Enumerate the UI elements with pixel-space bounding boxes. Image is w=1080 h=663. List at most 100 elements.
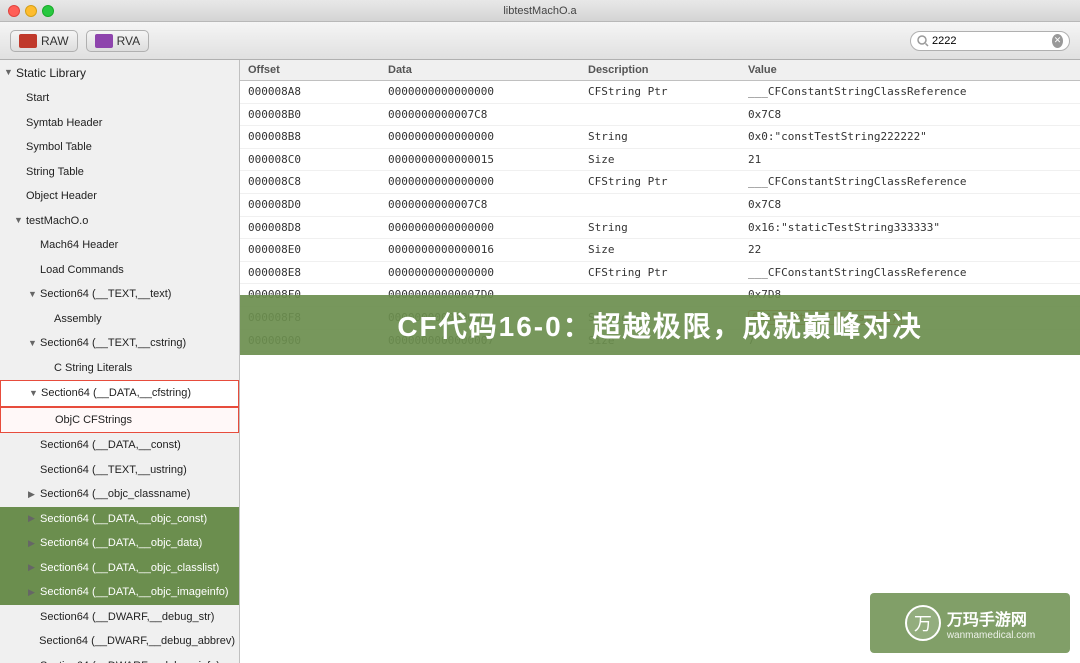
close-button[interactable] — [8, 5, 20, 17]
cell-offset: 000008D0 — [248, 196, 388, 214]
search-icon — [917, 35, 929, 47]
sidebar-item-string-table[interactable]: String Table — [0, 160, 239, 185]
sidebar-label-section64-dwarf-debug-info: Section64 (__DWARF,__debug_info) — [40, 658, 220, 663]
cell-offset: 000008A8 — [248, 83, 388, 101]
table-header: Offset Data Description Value — [240, 60, 1080, 81]
cell-data: 0000000000000000 — [388, 264, 588, 282]
cell-offset: 000008E0 — [248, 241, 388, 259]
rva-button[interactable]: RVA — [86, 30, 150, 52]
sidebar-label-symtab-header: Symtab Header — [26, 115, 102, 132]
toggle-section64-data-objc-imageinfo: ▶ — [28, 586, 40, 600]
sidebar-item-c-string-literals[interactable]: C String Literals — [0, 356, 239, 381]
sidebar-label-section64-dwarf-debug-str: Section64 (__DWARF,__debug_str) — [40, 609, 214, 626]
cell-data: 0000000000000015 — [388, 151, 588, 169]
rva-icon — [95, 34, 113, 48]
toggle-section64-objc-classname: ▶ — [28, 488, 40, 502]
sidebar-item-section64-data-objc-const[interactable]: ▶Section64 (__DATA,__objc_const) — [0, 507, 239, 532]
table-row[interactable]: 000008B00000000000007C8 0x7C8 — [240, 104, 1080, 127]
sidebar-item-section64-text-ustring[interactable]: Section64 (__TEXT,__ustring) — [0, 458, 239, 483]
watermark-text-block: 万玛手游网 wanmamedical.com — [947, 606, 1035, 641]
cell-offset: 000008C0 — [248, 151, 388, 169]
cell-value: ___CFConstantStringClassReference — [748, 173, 1072, 191]
banner-text: CF代码16-0：超越极限，成就巅峰对决 — [397, 305, 922, 345]
sidebar-label-section64-data-objc-const: Section64 (__DATA,__objc_const) — [40, 511, 207, 528]
sidebar-label-section64-data-objc-classlist: Section64 (__DATA,__objc_classlist) — [40, 560, 219, 577]
cell-data: 0000000000007C8 — [388, 106, 588, 124]
traffic-lights — [8, 5, 54, 17]
search-input[interactable] — [932, 35, 1052, 47]
window-title: libtestMachO.a — [503, 5, 576, 17]
sidebar-label-mach64-header: Mach64 Header — [40, 237, 118, 254]
toggle-section64-data-objc-data: ▶ — [28, 537, 40, 551]
table-row[interactable]: 000008D80000000000000000String0x16:"stat… — [240, 217, 1080, 240]
sidebar-item-section64-dwarf-debug-str[interactable]: Section64 (__DWARF,__debug_str) — [0, 605, 239, 630]
toggle-section64-text-cstring: ▼ — [28, 337, 40, 351]
raw-label: RAW — [41, 34, 69, 48]
cell-data: 0000000000000000 — [388, 173, 588, 191]
watermark-text-cn: 万玛手游网 — [947, 606, 1035, 630]
cell-value: 22 — [748, 241, 1072, 259]
col-value: Value — [748, 64, 1072, 76]
watermark-text-en: wanmamedical.com — [947, 630, 1035, 641]
sidebar-item-section64-data-objc-classlist[interactable]: ▶Section64 (__DATA,__objc_classlist) — [0, 556, 239, 581]
table-row[interactable]: 000008E80000000000000000CFString Ptr___C… — [240, 262, 1080, 285]
maximize-button[interactable] — [42, 5, 54, 17]
sidebar-label-section64-text-ustring: Section64 (__TEXT,__ustring) — [40, 462, 187, 479]
sidebar-item-section64-objc-classname[interactable]: ▶Section64 (__objc_classname) — [0, 482, 239, 507]
toggle-testmacho: ▼ — [14, 214, 26, 228]
sidebar-label-section64-objc-classname: Section64 (__objc_classname) — [40, 486, 190, 503]
sidebar-label-load-commands: Load Commands — [40, 262, 124, 279]
sidebar-item-section64-data-cfstring[interactable]: ▼Section64 (__DATA,__cfstring) — [0, 380, 239, 407]
sidebar-item-section64-data-const[interactable]: Section64 (__DATA,__const) — [0, 433, 239, 458]
sidebar-label-start: Start — [26, 90, 49, 107]
cell-data: 0000000000000000 — [388, 83, 588, 101]
table-row[interactable]: 000008E00000000000000016Size22 — [240, 239, 1080, 262]
col-data: Data — [388, 64, 588, 76]
sidebar-item-objc-cfstrings[interactable]: ObjC CFStrings — [0, 407, 239, 434]
sidebar-item-mach64-header[interactable]: Mach64 Header — [0, 233, 239, 258]
main-content: ▼ Static Library Start Symtab Header Symbo… — [0, 60, 1080, 663]
table-row[interactable]: 000008A80000000000000000CFString Ptr___C… — [240, 81, 1080, 104]
sidebar-item-object-header[interactable]: Object Header — [0, 184, 239, 209]
table-body: 000008A80000000000000000CFString Ptr___C… — [240, 81, 1080, 663]
search-clear-button[interactable]: ✕ — [1052, 34, 1063, 48]
sidebar-item-section64-text-cstring[interactable]: ▼Section64 (__TEXT,__cstring) — [0, 331, 239, 356]
table-row[interactable]: 000008B80000000000000000String0x0:"const… — [240, 126, 1080, 149]
col-offset: Offset — [248, 64, 388, 76]
raw-button[interactable]: RAW — [10, 30, 78, 52]
sidebar-item-assembly[interactable]: Assembly — [0, 307, 239, 332]
sidebar-item-load-commands[interactable]: Load Commands — [0, 258, 239, 283]
sidebar-item-symbol-table[interactable]: Symbol Table — [0, 135, 239, 160]
cell-value: ___CFConstantStringClassReference — [748, 264, 1072, 282]
cell-offset: 000008B0 — [248, 106, 388, 124]
cell-value: ___CFConstantStringClassReference — [748, 83, 1072, 101]
cell-value: 0x7C8 — [748, 106, 1072, 124]
cell-offset: 000008D8 — [248, 219, 388, 237]
table-row[interactable]: 000008C00000000000000015Size21 — [240, 149, 1080, 172]
watermark-overlay: 万 万玛手游网 wanmamedical.com — [870, 593, 1070, 653]
rva-label: RVA — [117, 34, 141, 48]
watermark-logo-char: 万 — [914, 610, 932, 636]
search-bar[interactable]: ✕ — [910, 31, 1070, 51]
cell-description: CFString Ptr — [588, 83, 748, 101]
sidebar-label-section64-text-text: Section64 (__TEXT,__text) — [40, 286, 171, 303]
sidebar-item-testmacho[interactable]: ▼testMachO.o — [0, 209, 239, 234]
sidebar-item-section64-text-text[interactable]: ▼Section64 (__TEXT,__text) — [0, 282, 239, 307]
cell-description: Size — [588, 241, 748, 259]
toggle-section64-data-objc-classlist: ▶ — [28, 561, 40, 575]
sidebar: ▼ Static Library Start Symtab Header Symbo… — [0, 60, 240, 663]
sidebar-item-section64-dwarf-debug-info[interactable]: Section64 (__DWARF,__debug_info) — [0, 654, 239, 663]
sidebar-item-section64-dwarf-debug-abbrev[interactable]: Section64 (__DWARF,__debug_abbrev) — [0, 629, 239, 654]
sidebar-label-object-header: Object Header — [26, 188, 97, 205]
root-label: Static Library — [16, 64, 86, 82]
sidebar-root[interactable]: ▼ Static Library — [0, 60, 239, 86]
sidebar-label-section64-data-objc-data: Section64 (__DATA,__objc_data) — [40, 535, 202, 552]
cell-value: 0x7C8 — [748, 196, 1072, 214]
sidebar-item-symtab-header[interactable]: Symtab Header — [0, 111, 239, 136]
sidebar-item-start[interactable]: Start — [0, 86, 239, 111]
minimize-button[interactable] — [25, 5, 37, 17]
table-row[interactable]: 000008C80000000000000000CFString Ptr___C… — [240, 171, 1080, 194]
table-row[interactable]: 000008D00000000000007C80x7C8 — [240, 194, 1080, 217]
sidebar-item-section64-data-objc-imageinfo[interactable]: ▶Section64 (__DATA,__objc_imageinfo) — [0, 580, 239, 605]
sidebar-item-section64-data-objc-data[interactable]: ▶Section64 (__DATA,__objc_data) — [0, 531, 239, 556]
